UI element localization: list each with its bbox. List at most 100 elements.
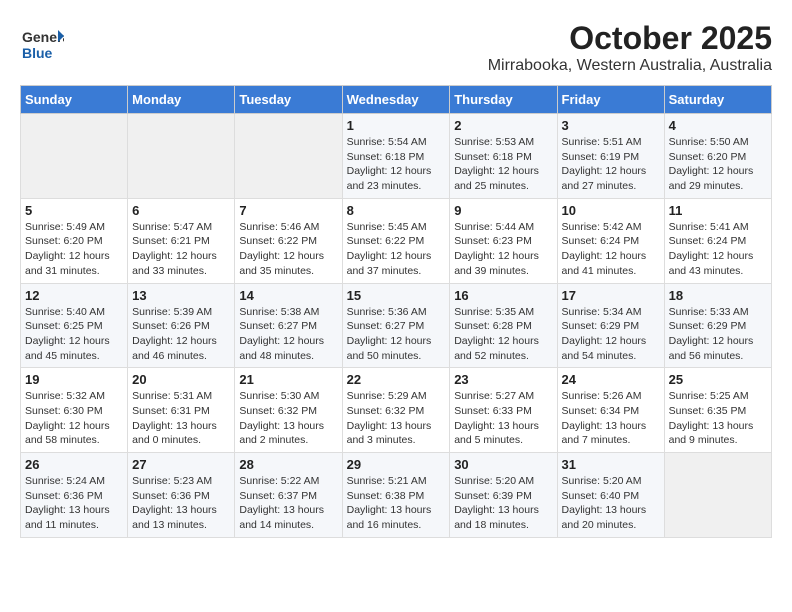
calendar-cell: 24 Sunrise: 5:26 AM Sunset: 6:34 PM Dayli… — [557, 368, 664, 453]
week-row-5: 26 Sunrise: 5:24 AM Sunset: 6:36 PM Dayli… — [21, 453, 772, 538]
day-info: Sunrise: 5:35 AM Sunset: 6:28 PM Dayligh… — [454, 305, 552, 364]
day-info: Sunrise: 5:51 AM Sunset: 6:19 PM Dayligh… — [562, 135, 660, 194]
day-number: 10 — [562, 203, 660, 218]
day-info: Sunrise: 5:45 AM Sunset: 6:22 PM Dayligh… — [347, 220, 446, 279]
day-info: Sunrise: 5:36 AM Sunset: 6:27 PM Dayligh… — [347, 305, 446, 364]
day-number: 29 — [347, 457, 446, 472]
day-number: 11 — [669, 203, 767, 218]
day-info: Sunrise: 5:39 AM Sunset: 6:26 PM Dayligh… — [132, 305, 230, 364]
calendar-cell: 20Sunrise: 5:31 AM Sunset: 6:31 PM Dayli… — [128, 368, 235, 453]
calendar-body: 1 Sunrise: 5:54 AM Sunset: 6:18 PM Daylig… — [21, 114, 772, 538]
calendar-cell: 12 Sunrise: 5:40 AM Sunset: 6:25 PM Dayli… — [21, 283, 128, 368]
day-number: 4 — [669, 118, 767, 133]
day-number: 1 — [347, 118, 446, 133]
calendar-cell: 14 Sunrise: 5:38 AM Sunset: 6:27 PM Dayli… — [235, 283, 342, 368]
day-info: Sunrise: 5:26 AM Sunset: 6:34 PM Dayligh… — [562, 389, 660, 448]
calendar-cell: 1 Sunrise: 5:54 AM Sunset: 6:18 PM Daylig… — [342, 114, 450, 199]
svg-text:Blue: Blue — [22, 45, 53, 61]
calendar-cell: 22 Sunrise: 5:29 AM Sunset: 6:32 PM Dayli… — [342, 368, 450, 453]
day-number: 7 — [239, 203, 337, 218]
calendar-cell: 26 Sunrise: 5:24 AM Sunset: 6:36 PM Dayli… — [21, 453, 128, 538]
calendar-cell: 19Sunrise: 5:32 AM Sunset: 6:30 PM Dayli… — [21, 368, 128, 453]
day-info: Sunrise: 5:22 AM Sunset: 6:37 PM Dayligh… — [239, 474, 337, 533]
day-info: Sunrise: 5:50 AM Sunset: 6:20 PM Dayligh… — [669, 135, 767, 194]
day-number: 27 — [132, 457, 230, 472]
day-number: 14 — [239, 288, 337, 303]
page-header: General Blue October 2025 Mirrabooka, We… — [20, 20, 772, 75]
calendar-title: October 2025 — [488, 20, 772, 57]
day-info: Sunrise: 5:46 AM Sunset: 6:22 PM Dayligh… — [239, 220, 337, 279]
day-number: 9 — [454, 203, 552, 218]
week-row-3: 12 Sunrise: 5:40 AM Sunset: 6:25 PM Dayli… — [21, 283, 772, 368]
calendar-cell — [235, 114, 342, 199]
day-number: 16 — [454, 288, 552, 303]
calendar-cell: 10 Sunrise: 5:42 AM Sunset: 6:24 PM Dayli… — [557, 198, 664, 283]
calendar-cell: 3 Sunrise: 5:51 AM Sunset: 6:19 PM Daylig… — [557, 114, 664, 199]
logo: General Blue — [20, 20, 64, 64]
day-info: Sunrise: 5:53 AM Sunset: 6:18 PM Dayligh… — [454, 135, 552, 194]
day-info: Sunrise: 5:20 AM Sunset: 6:39 PM Dayligh… — [454, 474, 552, 533]
day-number: 25 — [669, 372, 767, 387]
calendar-cell: 23 Sunrise: 5:27 AM Sunset: 6:33 PM Dayli… — [450, 368, 557, 453]
day-number: 22 — [347, 372, 446, 387]
day-number: 26 — [25, 457, 123, 472]
day-number: 15 — [347, 288, 446, 303]
header-row: SundayMondayTuesdayWednesdayThursdayFrid… — [21, 86, 772, 114]
calendar-cell: 15 Sunrise: 5:36 AM Sunset: 6:27 PM Dayli… — [342, 283, 450, 368]
calendar-cell: 27Sunrise: 5:23 AM Sunset: 6:36 PM Dayli… — [128, 453, 235, 538]
day-info: Sunrise: 5:24 AM Sunset: 6:36 PM Dayligh… — [25, 474, 123, 533]
day-number: 28 — [239, 457, 337, 472]
calendar-cell — [128, 114, 235, 199]
day-number: 17 — [562, 288, 660, 303]
logo-icon: General Blue — [20, 20, 64, 64]
header-day-tuesday: Tuesday — [235, 86, 342, 114]
header-day-sunday: Sunday — [21, 86, 128, 114]
calendar-cell: 28 Sunrise: 5:22 AM Sunset: 6:37 PM Dayli… — [235, 453, 342, 538]
week-row-2: 5 Sunrise: 5:49 AM Sunset: 6:20 PM Daylig… — [21, 198, 772, 283]
day-info: Sunrise: 5:41 AM Sunset: 6:24 PM Dayligh… — [669, 220, 767, 279]
calendar-cell: 9 Sunrise: 5:44 AM Sunset: 6:23 PM Daylig… — [450, 198, 557, 283]
calendar-cell: 13 Sunrise: 5:39 AM Sunset: 6:26 PM Dayli… — [128, 283, 235, 368]
day-info: Sunrise: 5:38 AM Sunset: 6:27 PM Dayligh… — [239, 305, 337, 364]
day-info: Sunrise: 5:47 AM Sunset: 6:21 PM Dayligh… — [132, 220, 230, 279]
calendar-cell: 5 Sunrise: 5:49 AM Sunset: 6:20 PM Daylig… — [21, 198, 128, 283]
day-info: Sunrise: 5:30 AM Sunset: 6:32 PM Dayligh… — [239, 389, 337, 448]
calendar-subtitle: Mirrabooka, Western Australia, Australia — [488, 57, 772, 75]
day-info: Sunrise: 5:40 AM Sunset: 6:25 PM Dayligh… — [25, 305, 123, 364]
day-number: 3 — [562, 118, 660, 133]
day-info: Sunrise: 5:25 AM Sunset: 6:35 PM Dayligh… — [669, 389, 767, 448]
day-number: 12 — [25, 288, 123, 303]
day-number: 24 — [562, 372, 660, 387]
calendar-cell: 30Sunrise: 5:20 AM Sunset: 6:39 PM Dayli… — [450, 453, 557, 538]
day-info: Sunrise: 5:44 AM Sunset: 6:23 PM Dayligh… — [454, 220, 552, 279]
calendar-cell: 11 Sunrise: 5:41 AM Sunset: 6:24 PM Dayli… — [664, 198, 771, 283]
calendar-cell: 4 Sunrise: 5:50 AM Sunset: 6:20 PM Daylig… — [664, 114, 771, 199]
day-info: Sunrise: 5:49 AM Sunset: 6:20 PM Dayligh… — [25, 220, 123, 279]
day-number: 13 — [132, 288, 230, 303]
header-day-friday: Friday — [557, 86, 664, 114]
svg-text:General: General — [22, 29, 64, 45]
day-number: 6 — [132, 203, 230, 218]
day-number: 23 — [454, 372, 552, 387]
day-info: Sunrise: 5:27 AM Sunset: 6:33 PM Dayligh… — [454, 389, 552, 448]
calendar-cell: 7 Sunrise: 5:46 AM Sunset: 6:22 PM Daylig… — [235, 198, 342, 283]
calendar-cell — [664, 453, 771, 538]
calendar-cell: 2Sunrise: 5:53 AM Sunset: 6:18 PM Daylig… — [450, 114, 557, 199]
day-number: 21 — [239, 372, 337, 387]
calendar-cell: 8Sunrise: 5:45 AM Sunset: 6:22 PM Daylig… — [342, 198, 450, 283]
day-number: 31 — [562, 457, 660, 472]
day-info: Sunrise: 5:42 AM Sunset: 6:24 PM Dayligh… — [562, 220, 660, 279]
day-info: Sunrise: 5:29 AM Sunset: 6:32 PM Dayligh… — [347, 389, 446, 448]
day-number: 5 — [25, 203, 123, 218]
calendar-cell: 6 Sunrise: 5:47 AM Sunset: 6:21 PM Daylig… — [128, 198, 235, 283]
day-number: 20 — [132, 372, 230, 387]
day-info: Sunrise: 5:54 AM Sunset: 6:18 PM Dayligh… — [347, 135, 446, 194]
header-day-monday: Monday — [128, 86, 235, 114]
header-day-wednesday: Wednesday — [342, 86, 450, 114]
title-section: October 2025 Mirrabooka, Western Austral… — [488, 20, 772, 75]
day-info: Sunrise: 5:20 AM Sunset: 6:40 PM Dayligh… — [562, 474, 660, 533]
day-number: 19 — [25, 372, 123, 387]
calendar-table: SundayMondayTuesdayWednesdayThursdayFrid… — [20, 85, 772, 538]
day-info: Sunrise: 5:21 AM Sunset: 6:38 PM Dayligh… — [347, 474, 446, 533]
day-number: 18 — [669, 288, 767, 303]
